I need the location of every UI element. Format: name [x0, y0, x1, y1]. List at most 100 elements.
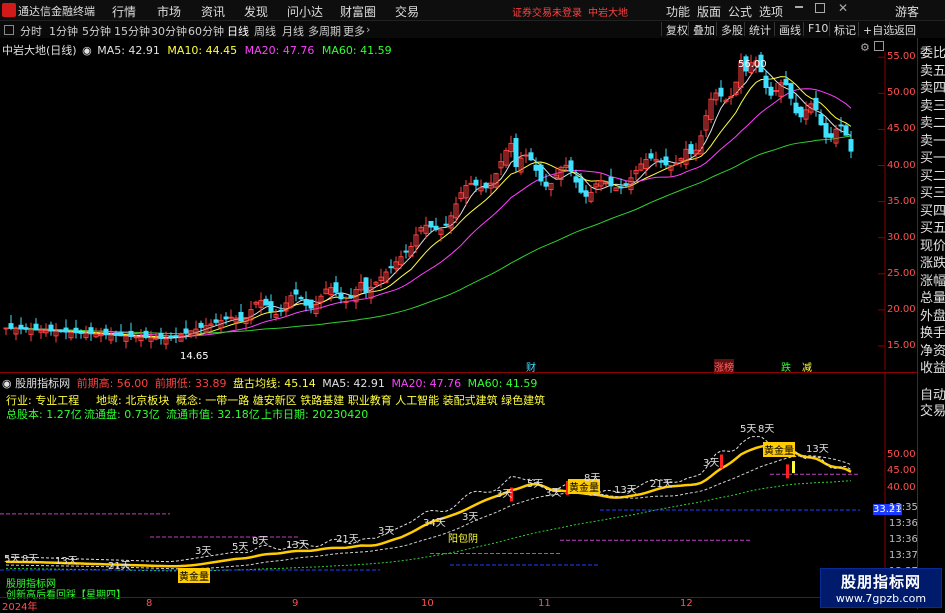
candle-body: [783, 78, 789, 86]
menu-item-function[interactable]: 功能: [666, 3, 690, 20]
candle-body: [673, 163, 679, 166]
menu-item-news[interactable]: 资讯: [201, 3, 225, 20]
login-warning[interactable]: 证券交易未登录: [512, 4, 582, 19]
candle-body: [728, 96, 734, 99]
menu-item-options[interactable]: 选项: [759, 3, 783, 20]
btn-tongji[interactable]: 统计: [744, 22, 775, 37]
date-tick: 11: [538, 598, 551, 609]
candle-body: [293, 289, 299, 295]
sub-annotation-label: 5天: [527, 479, 544, 490]
period-tab-1min[interactable]: 1分钟: [49, 23, 78, 39]
btn-diejia[interactable]: 叠加: [688, 22, 719, 37]
candle-body: [843, 125, 849, 136]
menu-item-formula[interactable]: 公式: [728, 3, 752, 20]
side-panel-item[interactable]: 买三: [920, 182, 945, 201]
btn-back[interactable]: 返回: [889, 22, 920, 37]
more-chevron-icon[interactable]: ›: [366, 23, 370, 36]
candle-body: [78, 331, 84, 334]
period-tab-15min[interactable]: 15分钟: [114, 23, 150, 39]
watermark-logo: 股朋指标网 www.7gpzb.com: [820, 568, 942, 608]
candle-body: [113, 332, 119, 336]
side-panel-item[interactable]: 换手: [920, 322, 945, 341]
candle-body: [363, 277, 369, 293]
side-panel-item[interactable]: 涨跌: [920, 252, 945, 271]
side-panel-item[interactable]: 买四: [920, 200, 945, 219]
price-tick: 35.00: [887, 195, 916, 207]
period-tab-weekly[interactable]: 周线: [254, 23, 276, 39]
date-tick: 12: [680, 598, 693, 609]
menu-item-wealth[interactable]: 财富圈: [340, 3, 376, 20]
sub-annotation-label: 3天: [545, 488, 562, 499]
sub-annotation-label: 13天: [614, 485, 637, 496]
sub-annotation-label: 8天: [22, 554, 39, 565]
menu-item-ask[interactable]: 问小达: [287, 3, 323, 20]
side-panel-item[interactable]: 买一: [920, 147, 945, 166]
side-panel-item[interactable]: 净资: [920, 340, 945, 359]
candle-body: [473, 179, 479, 186]
side-panel-item[interactable]: 卖三: [920, 95, 945, 114]
menu-item-trade[interactable]: 交易: [395, 3, 419, 20]
minimize-icon[interactable]: [795, 6, 803, 8]
date-tick: 8: [146, 598, 153, 609]
price-tick: 55.00: [887, 51, 916, 63]
btn-duogu[interactable]: 多股: [716, 22, 747, 37]
side-panel-item[interactable]: 交易: [920, 400, 945, 419]
candle-body: [538, 164, 544, 182]
candle-body: [718, 87, 724, 97]
candle-body: [768, 86, 774, 96]
menu-item-quotes[interactable]: 行情: [112, 3, 136, 20]
candle-body: [773, 90, 779, 93]
menu-item-layout[interactable]: 版面: [697, 3, 721, 20]
period-tab-30min[interactable]: 30分钟: [151, 23, 187, 39]
period-tab-more[interactable]: 更多: [343, 23, 365, 39]
side-panel-item[interactable]: 卖二: [920, 112, 945, 131]
period-tab-60min[interactable]: 60分钟: [188, 23, 224, 39]
candle-body: [828, 133, 834, 138]
candle-body: [88, 327, 94, 335]
candle-body: [403, 250, 409, 253]
sub-chart-annotations: 5天 8天 13天 21天 黄金量 3天 5天 8天 13天 21天 34天 3天 阳包阴 3天 3天 5天 3…: [0, 372, 917, 601]
menu-item-market[interactable]: 市场: [157, 3, 181, 20]
sub-annotation-label: 13天: [806, 444, 829, 455]
sub-annotation-label: 3天: [462, 512, 479, 523]
side-panel-item[interactable]: 买五: [920, 217, 945, 236]
candle-body: [228, 316, 234, 319]
main-candlestick-chart[interactable]: [0, 52, 917, 370]
toolbar-checkbox-icon[interactable]: [4, 25, 14, 35]
maximize-icon[interactable]: [815, 3, 825, 13]
side-panel-item[interactable]: 总量: [920, 287, 945, 306]
candle-body: [73, 327, 79, 334]
candle-body: [433, 225, 439, 231]
side-panel-item[interactable]: 外盘: [920, 305, 945, 324]
candle-body: [153, 337, 159, 340]
period-tab-multi[interactable]: 多周期: [308, 23, 341, 39]
side-panel-item[interactable]: 卖四: [920, 77, 945, 96]
candle-body: [813, 97, 819, 110]
main-price-axis: 55.00 50.00 45.00 40.00 35.00 30.00 25.00 20.00…: [885, 51, 917, 370]
candle-body: [838, 124, 844, 127]
period-tab-fenshi[interactable]: 分时: [20, 23, 42, 39]
guest-button[interactable]: 游客: [895, 3, 919, 20]
close-icon[interactable]: ✕: [838, 1, 848, 15]
candle-body: [573, 176, 579, 183]
chart-panel-toggle-icon[interactable]: [874, 41, 884, 51]
side-panel-item[interactable]: 收益: [920, 357, 945, 376]
btn-biaoji[interactable]: 标记: [829, 22, 860, 37]
period-tab-5min[interactable]: 5分钟: [82, 23, 111, 39]
side-panel-item[interactable]: 买二: [920, 165, 945, 184]
candle-body: [298, 296, 304, 300]
btn-huaxian[interactable]: 画线: [774, 22, 805, 37]
side-panel-item[interactable]: 卖五: [920, 60, 945, 79]
period-tab-daily[interactable]: 日线: [227, 23, 249, 39]
menu-item-discover[interactable]: 发现: [244, 3, 268, 20]
candle-body: [818, 113, 824, 126]
period-tab-monthly[interactable]: 月线: [282, 23, 304, 39]
app-logo-icon: [2, 3, 16, 17]
ma20-line: [5, 88, 852, 337]
side-panel-item[interactable]: 涨幅: [920, 270, 945, 289]
sub-annotation-label: 13天: [55, 556, 78, 567]
side-panel-item[interactable]: 委比: [920, 42, 945, 61]
side-panel-item[interactable]: 卖一: [920, 130, 945, 149]
side-panel-item[interactable]: 现价: [920, 235, 945, 254]
btn-f10[interactable]: F10: [803, 22, 832, 36]
